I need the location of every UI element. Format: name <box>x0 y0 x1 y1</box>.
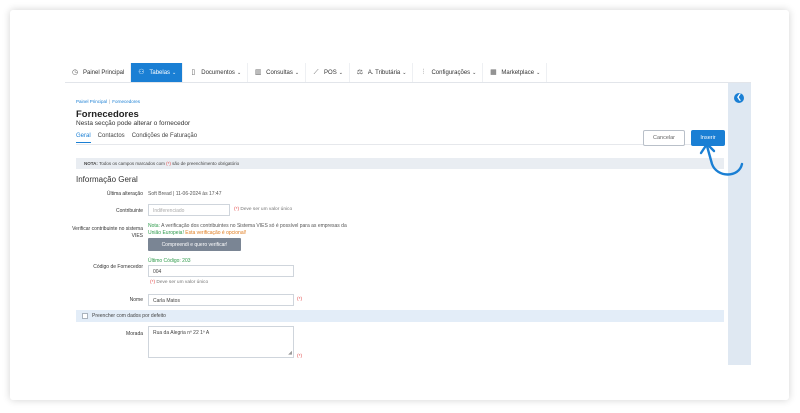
cancel-button[interactable]: Cancelar <box>643 130 685 146</box>
collapse-arrow-icon[interactable]: ❮ <box>734 93 744 103</box>
contribuinte-unique-msg: (*) Deve ser um valor único <box>234 207 293 212</box>
address-label: Morada <box>126 331 143 337</box>
tab-geral[interactable]: Geral <box>76 133 91 143</box>
nav-item-configuracoes[interactable]: ⫶ Configurações ⌄ <box>413 63 484 82</box>
chevron-down-icon: ⌄ <box>172 69 177 76</box>
main-content: Painel Principal | Fornecedores Fornecedor… <box>65 83 728 365</box>
nav-item-a-tributaria[interactable]: ⚖ A. Tributária ⌄ <box>350 63 414 82</box>
breadcrumb-home[interactable]: Painel Principal <box>76 99 107 104</box>
address-value: Rua da Alegria nº 22 1º A <box>153 330 210 336</box>
breadcrumb-current[interactable]: Fornecedores <box>112 99 140 104</box>
vies-label: Verificar contribuinte no sistema VIES <box>72 226 143 239</box>
vies-note-prefix: Nota: <box>148 223 160 229</box>
note-prefix: NOTA: <box>84 161 98 166</box>
nav-label: A. Tributária <box>367 69 401 76</box>
name-required-mark: (*) <box>297 297 303 302</box>
last-change-value: Soft Bread | 11-06-2024 às 17:47 <box>148 191 222 197</box>
clock-icon: ◷ <box>71 68 79 76</box>
code-unique-msg: (*) Deve ser um valor único <box>150 280 209 285</box>
page-title: Fornecedores <box>76 109 139 120</box>
vies-note: Nota: A verificação dos contribuintes no… <box>148 223 378 236</box>
chevron-down-icon: ⌄ <box>472 69 477 76</box>
vies-note-optional: Esta verificação é opcional! <box>183 229 247 236</box>
nav-item-pos[interactable]: ⟋ POS ⌄ <box>306 63 350 82</box>
nav-item-documentos[interactable]: ▯ Documentos ⌄ <box>183 63 249 82</box>
app-window: ◷ Painel Principal ⚇ Tabelas ⌄ ▯ Documen… <box>65 63 751 365</box>
nav-label: Configurações <box>431 69 471 76</box>
tab-bar: Geral Contactos Condições de Faturação <box>76 133 197 143</box>
page-subtitle: Nesta secção pode alterar o fornecedor <box>76 120 191 127</box>
nav-label: Consultas <box>266 69 293 76</box>
note-text-end: são de preenchimento obrigatório <box>170 161 240 166</box>
chevron-down-icon: ⌄ <box>338 69 343 76</box>
tab-divider <box>76 144 724 145</box>
vies-note-text: A verificação dos contribuintes no Siste… <box>159 223 347 229</box>
prefill-checkbox[interactable] <box>82 313 88 319</box>
address-textarea[interactable]: Rua da Alegria nº 22 1º A ◢ <box>148 326 294 358</box>
nav-label: Marketplace <box>501 69 535 76</box>
bar-chart-icon: ▥ <box>254 68 262 76</box>
chevron-down-icon: ⌄ <box>294 69 300 76</box>
tab-contactos[interactable]: Contactos <box>98 133 125 143</box>
note-text: Todos os campos marcados com <box>97 161 167 166</box>
top-navigation: ◷ Painel Principal ⚇ Tabelas ⌄ ▯ Documen… <box>65 63 751 83</box>
document-icon: ▯ <box>191 68 196 76</box>
nav-label: Painel Principal <box>83 69 125 76</box>
last-change-label: Última alteração <box>106 191 143 197</box>
chevron-down-icon: ⌄ <box>402 69 407 76</box>
vies-note-line2: União Europeia! <box>148 229 184 236</box>
verify-vies-button[interactable]: Compreendi e quero verificar! <box>148 238 241 251</box>
required-fields-note: NOTA: Todos os campos marcados com (*) s… <box>76 158 724 169</box>
nav-label: Tabelas <box>149 69 171 76</box>
sliders-icon: ⫶ <box>422 68 425 76</box>
resize-grip-icon[interactable]: ◢ <box>288 351 292 356</box>
address-required-mark: (*) <box>297 354 303 359</box>
grid-icon: ▦ <box>490 68 497 76</box>
side-panel-toggle-bar: ❮ <box>728 83 751 365</box>
scale-icon: ⚖ <box>356 68 364 76</box>
name-label: Nome <box>129 297 143 303</box>
chevron-down-icon: ⌄ <box>236 69 242 76</box>
prefill-label: Preencher com dados por defeito <box>92 313 166 319</box>
pos-icon: ⟋ <box>313 68 319 76</box>
code-label: Código de Fornecedor <box>93 264 143 270</box>
curved-arrow-icon <box>699 142 744 176</box>
chevron-down-icon: ⌄ <box>536 69 541 76</box>
section-title: Informação Geral <box>76 175 138 184</box>
nav-label: POS <box>324 69 337 76</box>
last-code-hint: Último Código: 203 <box>148 258 191 264</box>
nav-item-marketplace[interactable]: ▦ Marketplace ⌄ <box>483 63 548 82</box>
nav-item-consultas[interactable]: ▥ Consultas ⌄ <box>248 63 307 82</box>
people-icon: ⚇ <box>138 68 145 76</box>
breadcrumb: Painel Principal | Fornecedores <box>76 99 140 104</box>
prefill-defaults-row[interactable]: Preencher com dados por defeito <box>76 310 724 322</box>
contribuinte-label: Contribuinte <box>116 208 143 214</box>
tab-condicoes-faturacao[interactable]: Condições de Faturação <box>132 133 197 143</box>
supplier-code-input[interactable]: 004 <box>148 265 294 277</box>
breadcrumb-separator: | <box>109 99 111 104</box>
nav-item-tabelas[interactable]: ⚇ Tabelas ⌄ <box>131 63 184 82</box>
name-input[interactable]: Carla Matos <box>148 294 294 306</box>
contribuinte-input[interactable]: Indiferenciado <box>148 204 230 216</box>
nav-item-painel-principal[interactable]: ◷ Painel Principal <box>65 63 132 82</box>
nav-label: Documentos <box>201 69 235 76</box>
screenshot-frame: ◷ Painel Principal ⚇ Tabelas ⌄ ▯ Documen… <box>10 10 789 400</box>
